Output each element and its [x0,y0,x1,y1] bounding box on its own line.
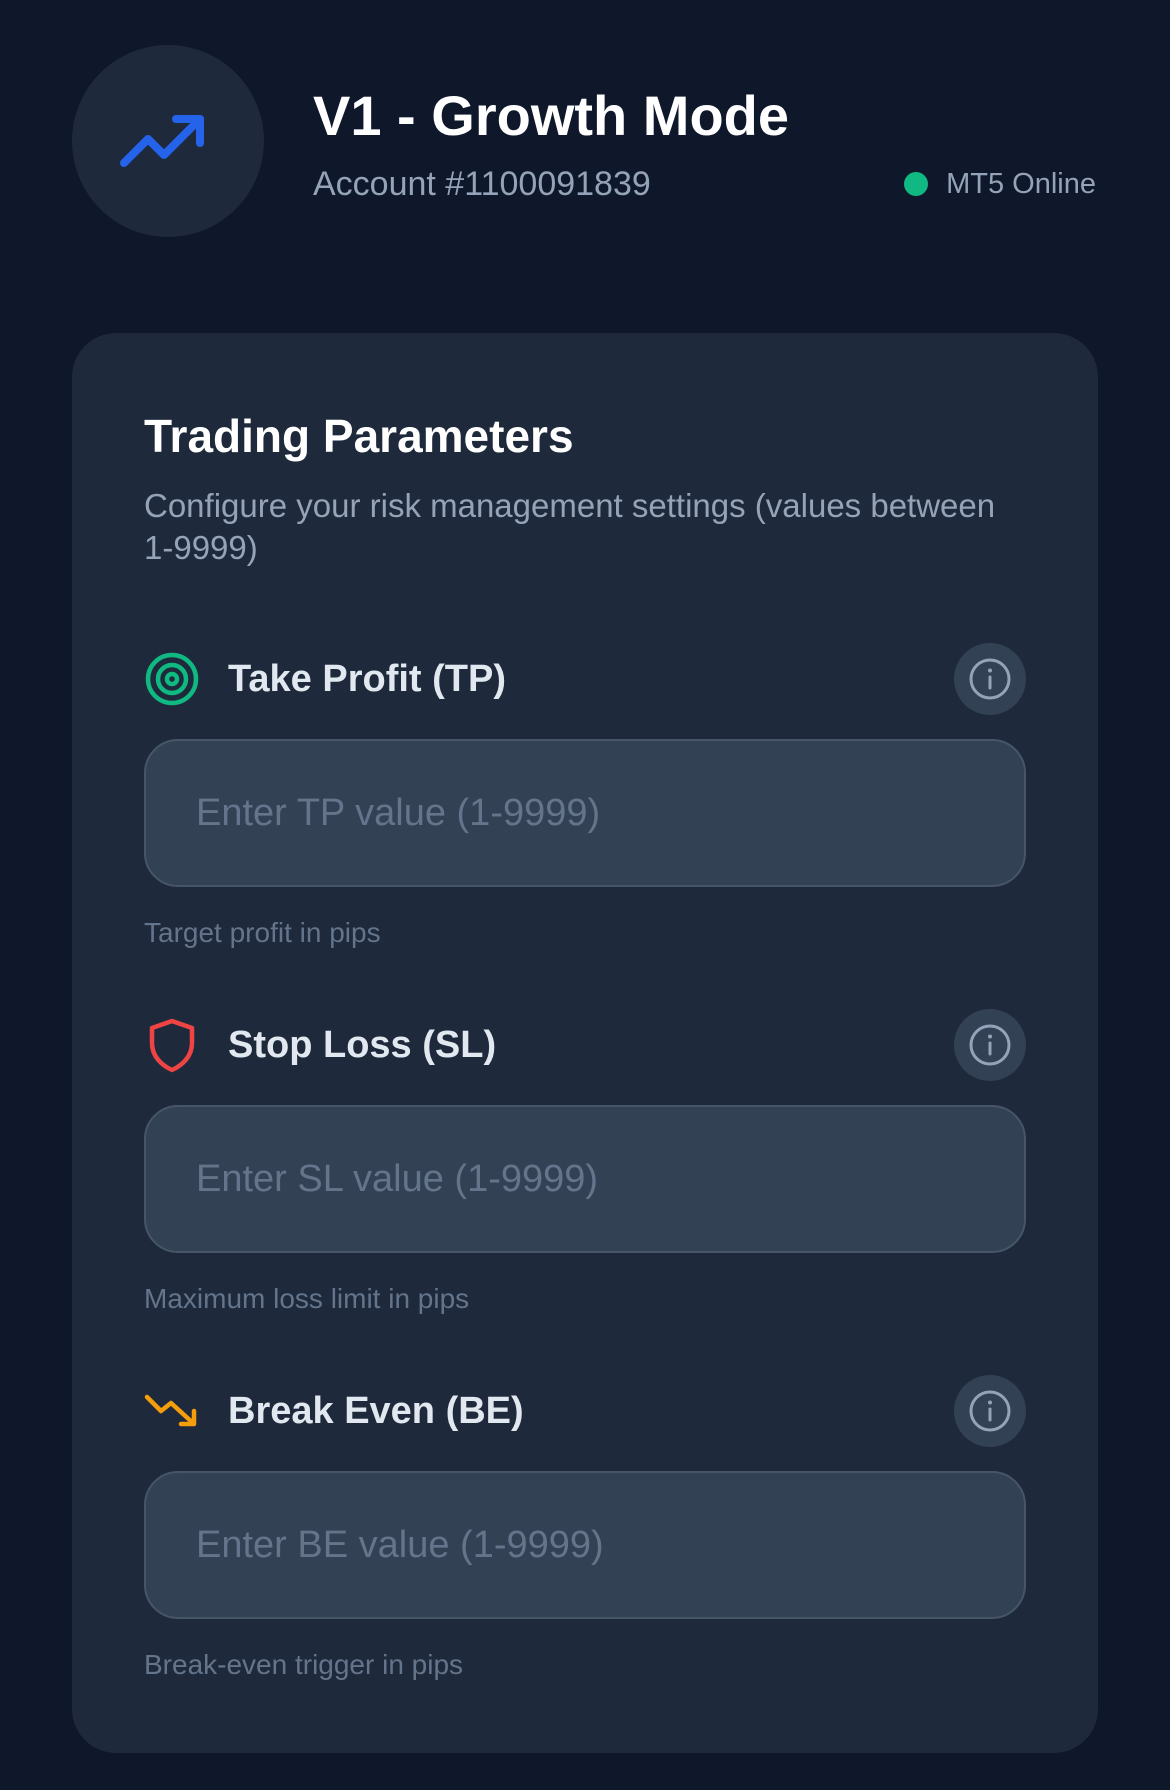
info-icon [969,1024,1011,1066]
connection-status: MT5 Online [904,164,1096,204]
break-even-input[interactable] [144,1471,1026,1619]
stop-loss-info-button[interactable] [954,1009,1026,1081]
header: V1 - Growth Mode Account #1100091839 MT5… [0,0,1170,260]
take-profit-label: Take Profit (TP) [228,658,506,700]
field-header: Take Profit (TP) [144,643,1026,715]
page: V1 - Growth Mode Account #1100091839 MT5… [0,0,1170,1790]
info-icon [969,1390,1011,1432]
stop-loss-input[interactable] [144,1105,1026,1253]
status-dot-icon [904,172,929,196]
trending-down-icon [144,1383,200,1439]
trading-parameters-card: Trading Parameters Configure your risk m… [72,333,1098,1753]
take-profit-input[interactable] [144,739,1026,887]
stop-loss-field: Stop Loss (SL) Maximum loss limit in pip… [144,1009,1026,1314]
take-profit-help: Target profit in pips [144,917,381,948]
shield-icon [144,1017,200,1073]
card-subtitle: Configure your risk management settings … [144,487,996,566]
app-logo [72,45,264,237]
status-text: MT5 Online [946,168,1096,200]
break-even-field: Break Even (BE) Break-even trigger in pi… [144,1375,1026,1680]
break-even-label: Break Even (BE) [228,1390,524,1432]
break-even-help: Break-even trigger in pips [144,1649,464,1680]
card-title: Trading Parameters [144,410,574,462]
stop-loss-label: Stop Loss (SL) [228,1024,497,1066]
trending-up-icon [120,115,204,167]
break-even-info-button[interactable] [954,1375,1026,1447]
stop-loss-help: Maximum loss limit in pips [144,1283,470,1314]
field-header: Stop Loss (SL) [144,1009,1026,1081]
page-title: V1 - Growth Mode [313,84,789,147]
info-icon [969,658,1011,700]
account-number: Account #1100091839 [313,165,651,203]
target-icon [144,651,200,707]
take-profit-field: Take Profit (TP) Target profit in pips [144,643,1026,948]
field-header: Break Even (BE) [144,1375,1026,1447]
take-profit-info-button[interactable] [954,643,1026,715]
